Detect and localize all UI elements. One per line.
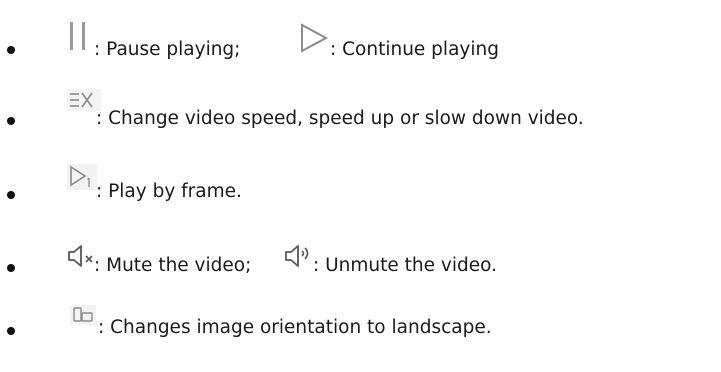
mute-description: : Mute the video; <box>94 255 252 276</box>
bullet-dot <box>7 117 15 125</box>
speed-description: : Change video speed, speed up or slow d… <box>96 108 584 129</box>
frame-step-icon <box>67 164 97 190</box>
bullet-dot <box>7 327 15 335</box>
unmute-icon <box>283 243 317 269</box>
list-item: : Pause playing; : Continue playing <box>0 20 721 60</box>
landscape-description: : Changes image orientation to landscape… <box>98 317 492 338</box>
frame-description: : Play by frame. <box>96 181 242 202</box>
pause-description: : Pause playing; <box>94 39 241 60</box>
list-item: : Play by frame. <box>0 164 721 207</box>
bullet-dot <box>7 264 15 272</box>
list-item: : Change video speed, speed up or slow d… <box>0 89 721 130</box>
bullet-dot <box>7 46 15 54</box>
continue-description: : Continue playing <box>330 39 499 60</box>
play-icon <box>298 22 330 54</box>
pause-icon <box>66 20 92 54</box>
unmute-description: : Unmute the video. <box>313 255 497 276</box>
bullet-dot <box>7 191 15 199</box>
list-item: : Changes image orientation to landscape… <box>0 302 721 342</box>
list-item: : Mute the video; : Unmute the video. <box>0 240 721 280</box>
landscape-orientation-icon <box>70 305 96 325</box>
